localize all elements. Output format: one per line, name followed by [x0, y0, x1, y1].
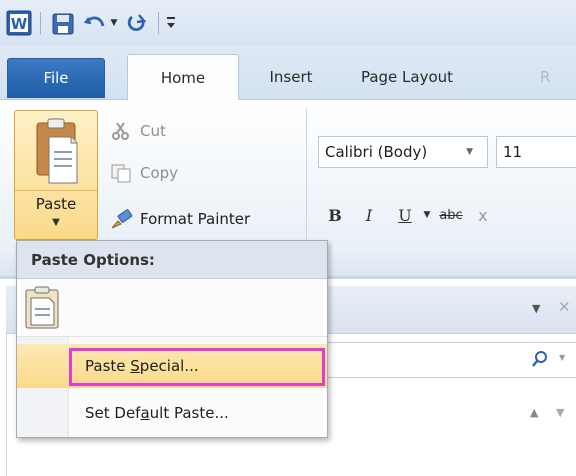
- paste-label: Paste: [35, 195, 77, 213]
- format-painter-button[interactable]: Format Painter: [108, 206, 250, 232]
- tab-home[interactable]: Home: [127, 54, 239, 101]
- dropdown-arrow-icon[interactable]: ▼: [108, 16, 120, 30]
- save-icon[interactable]: [50, 11, 76, 37]
- clipboard-icon: [36, 118, 78, 184]
- quick-access-toolbar: W ▼: [0, 0, 576, 46]
- keep-source-formatting-icon[interactable]: [23, 286, 61, 330]
- set-default-paste-item[interactable]: Set Default Paste...: [17, 391, 327, 435]
- strikethrough-button[interactable]: abc: [434, 208, 468, 223]
- font-name-select[interactable]: Calibri (Body) ▼: [318, 136, 488, 168]
- scissors-icon: [108, 121, 134, 141]
- paste-options-menu: Paste Options: Paste Special... Set Defa…: [16, 240, 328, 438]
- font-size-select[interactable]: 11: [496, 136, 576, 168]
- paste-dropdown-arrow-icon[interactable]: ▼: [15, 217, 97, 228]
- chevron-down-icon[interactable]: ▼: [466, 147, 473, 157]
- format-buttons-row: B I U ▼ abc x: [320, 200, 498, 230]
- format-painter-label: Format Painter: [140, 210, 251, 228]
- paste-button[interactable]: Paste ▼: [14, 110, 98, 240]
- paste-special-item[interactable]: Paste Special...: [17, 344, 327, 388]
- bold-button[interactable]: B: [320, 206, 350, 225]
- highlight-callout-box: [69, 348, 325, 386]
- cut-button[interactable]: Cut: [108, 118, 166, 144]
- customize-qat-icon[interactable]: [164, 12, 178, 34]
- italic-button[interactable]: I: [354, 206, 384, 225]
- set-default-paste-label: Set Default Paste...: [85, 404, 229, 422]
- tab-references[interactable]: R: [540, 54, 576, 100]
- subscript-button[interactable]: x: [468, 206, 498, 225]
- close-icon[interactable]: ✕: [558, 298, 571, 316]
- ribbon-tab-row: File Home Insert Page Layout R: [0, 46, 576, 101]
- font-size-value: 11: [503, 143, 523, 161]
- undo-icon[interactable]: [82, 10, 108, 36]
- underline-dropdown-icon[interactable]: ▼: [420, 210, 434, 220]
- copy-icon: [108, 163, 134, 183]
- previous-arrow-icon[interactable]: ▲: [530, 406, 538, 419]
- tab-file[interactable]: File: [7, 58, 105, 98]
- paintbrush-icon: [108, 208, 134, 230]
- cut-label: Cut: [140, 122, 166, 140]
- copy-label: Copy: [140, 164, 179, 182]
- tab-page-layout[interactable]: Page Layout: [342, 54, 472, 100]
- redo-icon[interactable]: [124, 10, 150, 36]
- tab-insert[interactable]: Insert: [252, 54, 330, 100]
- search-dropdown-icon[interactable]: ▼: [559, 353, 565, 362]
- search-icon[interactable]: [531, 350, 549, 372]
- paste-options-icons: [17, 280, 327, 336]
- underline-button[interactable]: U: [390, 206, 420, 225]
- copy-button[interactable]: Copy: [108, 160, 178, 186]
- next-arrow-icon[interactable]: ▼: [556, 406, 564, 419]
- pane-menu-icon[interactable]: ▼: [532, 302, 540, 315]
- paste-options-header: Paste Options:: [17, 241, 327, 279]
- font-name-value: Calibri (Body): [325, 143, 428, 161]
- group-separator: [306, 108, 307, 240]
- paste-main-area[interactable]: [15, 111, 97, 191]
- svg-text:W: W: [11, 15, 28, 33]
- word-app-icon[interactable]: W: [6, 10, 32, 36]
